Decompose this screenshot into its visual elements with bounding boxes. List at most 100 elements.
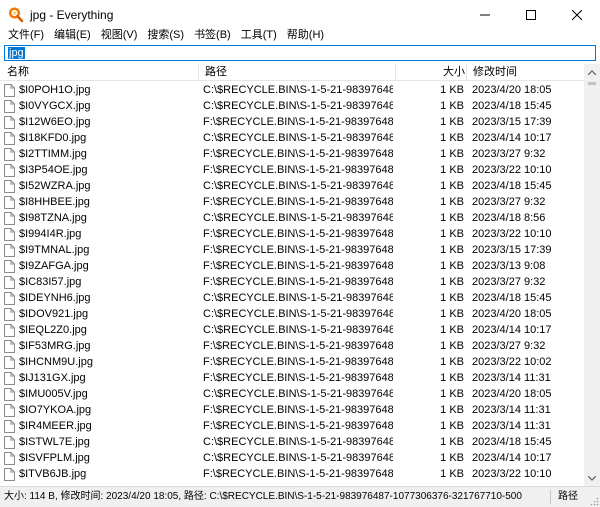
- file-name: $I0POH1O.jpg: [19, 84, 91, 96]
- chevron-up-icon: [588, 69, 596, 75]
- file-path: F:\$RECYCLE.BIN\S-1-5-21-983976487-10...: [203, 148, 393, 160]
- file-name-cell: $I9ZAFGA.jpg: [4, 258, 198, 274]
- image-file-icon: [4, 115, 15, 129]
- file-name-cell: $I0POH1O.jpg: [4, 82, 198, 98]
- file-name: $IC83I57.jpg: [19, 276, 82, 288]
- file-row[interactable]: $I994I4R.jpg F:\$RECYCLE.BIN\S-1-5-21-983…: [0, 226, 584, 242]
- image-file-icon: [4, 467, 15, 481]
- file-row[interactable]: $I2TTIMM.jpg F:\$RECYCLE.BIN\S-1-5-21-983…: [0, 146, 584, 162]
- scroll-down-button[interactable]: [584, 470, 600, 486]
- menu-view[interactable]: 视图(V): [96, 26, 143, 44]
- search-input[interactable]: jpg: [8, 47, 25, 59]
- column-path-header[interactable]: 路径: [198, 64, 227, 81]
- file-size: 1 KB: [440, 180, 464, 192]
- file-row[interactable]: $I98TZNA.jpg C:\$RECYCLE.BIN\S-1-5-21-983…: [0, 210, 584, 226]
- file-modified: 2023/4/18 15:45: [472, 292, 552, 304]
- file-modified: 2023/4/18 15:45: [472, 100, 552, 112]
- file-name-cell: $I2TTIMM.jpg: [4, 146, 198, 162]
- file-name: $I994I4R.jpg: [19, 228, 82, 240]
- image-file-icon: [4, 403, 15, 417]
- file-row[interactable]: $ISVFPLM.jpg C:\$RECYCLE.BIN\S-1-5-21-983…: [0, 450, 584, 466]
- file-row[interactable]: $IMU005V.jpg C:\$RECYCLE.BIN\S-1-5-21-983…: [0, 386, 584, 402]
- file-row[interactable]: $I3P54OE.jpg F:\$RECYCLE.BIN\S-1-5-21-983…: [0, 162, 584, 178]
- vertical-scrollbar[interactable]: [584, 64, 600, 486]
- file-row[interactable]: $I52WZRA.jpg C:\$RECYCLE.BIN\S-1-5-21-983…: [0, 178, 584, 194]
- file-name: $ISTWL7E.jpg: [19, 436, 90, 448]
- file-row[interactable]: $I0VYGCX.jpg C:\$RECYCLE.BIN\S-1-5-21-983…: [0, 98, 584, 114]
- file-name: $I18KFD0.jpg: [19, 132, 87, 144]
- file-name: $I52WZRA.jpg: [19, 180, 91, 192]
- file-modified: 2023/3/14 11:31: [472, 404, 551, 416]
- menu-bookmarks[interactable]: 书签(B): [189, 26, 236, 44]
- menu-edit[interactable]: 编辑(E): [49, 26, 96, 44]
- file-modified: 2023/4/18 15:45: [472, 436, 552, 448]
- search-box[interactable]: jpg: [4, 45, 596, 61]
- file-row[interactable]: $I9ZAFGA.jpg F:\$RECYCLE.BIN\S-1-5-21-983…: [0, 258, 584, 274]
- file-path: F:\$RECYCLE.BIN\S-1-5-21-983976487-10...: [203, 276, 393, 288]
- file-row[interactable]: $IEQL2Z0.jpg C:\$RECYCLE.BIN\S-1-5-21-983…: [0, 322, 584, 338]
- column-size-header[interactable]: 大小: [436, 64, 465, 81]
- file-row[interactable]: $IO7YKOA.jpg F:\$RECYCLE.BIN\S-1-5-21-983…: [0, 402, 584, 418]
- file-row[interactable]: $ITVB6JB.jpg F:\$RECYCLE.BIN\S-1-5-21-983…: [0, 466, 584, 482]
- file-size: 1 KB: [440, 164, 464, 176]
- file-row[interactable]: $I8HHBEE.jpg F:\$RECYCLE.BIN\S-1-5-21-983…: [0, 194, 584, 210]
- column-modified-header[interactable]: 修改时间: [466, 64, 517, 81]
- file-size: 1 KB: [440, 260, 464, 272]
- file-row[interactable]: $IR4MEER.jpg F:\$RECYCLE.BIN\S-1-5-21-983…: [0, 418, 584, 434]
- file-size: 1 KB: [440, 116, 464, 128]
- file-path: C:\$RECYCLE.BIN\S-1-5-21-983976487-1...: [203, 132, 393, 144]
- file-path: C:\$RECYCLE.BIN\S-1-5-21-983976487-1...: [203, 292, 393, 304]
- file-path: C:\$RECYCLE.BIN\S-1-5-21-983976487-1...: [203, 452, 393, 464]
- file-size: 1 KB: [440, 420, 464, 432]
- image-file-icon: [4, 163, 15, 177]
- file-path: C:\$RECYCLE.BIN\S-1-5-21-983976487-1...: [203, 180, 393, 192]
- status-divider: [550, 490, 551, 504]
- file-modified: 2023/3/14 11:31: [472, 372, 551, 384]
- file-name-cell: $IJ131GX.jpg: [4, 370, 198, 386]
- file-path: F:\$RECYCLE.BIN\S-1-5-21-983976487-10...: [203, 260, 393, 272]
- file-row[interactable]: $I12W6EO.jpg F:\$RECYCLE.BIN\S-1-5-21-983…: [0, 114, 584, 130]
- column-name-header[interactable]: 名称: [0, 64, 29, 81]
- image-file-icon: [4, 243, 15, 257]
- menu-file[interactable]: 文件(F): [0, 26, 49, 44]
- scrollbar-thumb[interactable]: [588, 82, 596, 85]
- file-row[interactable]: $IDEYNH6.jpg C:\$RECYCLE.BIN\S-1-5-21-983…: [0, 290, 584, 306]
- column-divider[interactable]: [395, 64, 396, 81]
- file-size: 1 KB: [440, 100, 464, 112]
- image-file-icon: [4, 419, 15, 433]
- file-size: 1 KB: [440, 308, 464, 320]
- file-path: F:\$RECYCLE.BIN\S-1-5-21-983976487-10...: [203, 116, 393, 128]
- file-row[interactable]: $I18KFD0.jpg C:\$RECYCLE.BIN\S-1-5-21-983…: [0, 130, 584, 146]
- scroll-up-button[interactable]: [584, 64, 600, 80]
- menu-search[interactable]: 搜索(S): [142, 26, 189, 44]
- results-list: $I0POH1O.jpg C:\$RECYCLE.BIN\S-1-5-21-983…: [0, 82, 584, 486]
- file-row[interactable]: $IDOV921.jpg C:\$RECYCLE.BIN\S-1-5-21-983…: [0, 306, 584, 322]
- minimize-icon: [480, 14, 490, 16]
- file-row[interactable]: $ISTWL7E.jpg C:\$RECYCLE.BIN\S-1-5-21-983…: [0, 434, 584, 450]
- menu-help[interactable]: 帮助(H): [282, 26, 329, 44]
- file-row[interactable]: $IF53MRG.jpg F:\$RECYCLE.BIN\S-1-5-21-983…: [0, 338, 584, 354]
- file-row[interactable]: $I0POH1O.jpg C:\$RECYCLE.BIN\S-1-5-21-983…: [0, 82, 584, 98]
- file-name-cell: $I52WZRA.jpg: [4, 178, 198, 194]
- file-name: $IJ131GX.jpg: [19, 372, 86, 384]
- menu-tools[interactable]: 工具(T): [236, 26, 282, 44]
- file-name: $I8HHBEE.jpg: [19, 196, 90, 208]
- resize-grip-icon[interactable]: [589, 496, 599, 506]
- file-row[interactable]: $IHCNM9U.jpg F:\$RECYCLE.BIN\S-1-5-21-983…: [0, 354, 584, 370]
- image-file-icon: [4, 99, 15, 113]
- file-size: 1 KB: [440, 212, 464, 224]
- file-name: $ISVFPLM.jpg: [19, 452, 90, 464]
- file-modified: 2023/3/22 10:10: [472, 228, 552, 240]
- file-size: 1 KB: [440, 372, 464, 384]
- file-name: $IMU005V.jpg: [19, 388, 88, 400]
- file-size: 1 KB: [440, 324, 464, 336]
- file-row[interactable]: $IJ131GX.jpg F:\$RECYCLE.BIN\S-1-5-21-983…: [0, 370, 584, 386]
- file-path: C:\$RECYCLE.BIN\S-1-5-21-983976487-1...: [203, 388, 393, 400]
- file-row[interactable]: $IC83I57.jpg F:\$RECYCLE.BIN\S-1-5-21-983…: [0, 274, 584, 290]
- file-modified: 2023/4/20 18:05: [472, 84, 552, 96]
- status-path-label: 路径: [558, 491, 578, 502]
- file-name: $IF53MRG.jpg: [19, 340, 91, 352]
- file-modified: 2023/4/14 10:17: [472, 452, 552, 464]
- file-name: $I9TMNAL.jpg: [19, 244, 90, 256]
- file-row[interactable]: $I9TMNAL.jpg F:\$RECYCLE.BIN\S-1-5-21-983…: [0, 242, 584, 258]
